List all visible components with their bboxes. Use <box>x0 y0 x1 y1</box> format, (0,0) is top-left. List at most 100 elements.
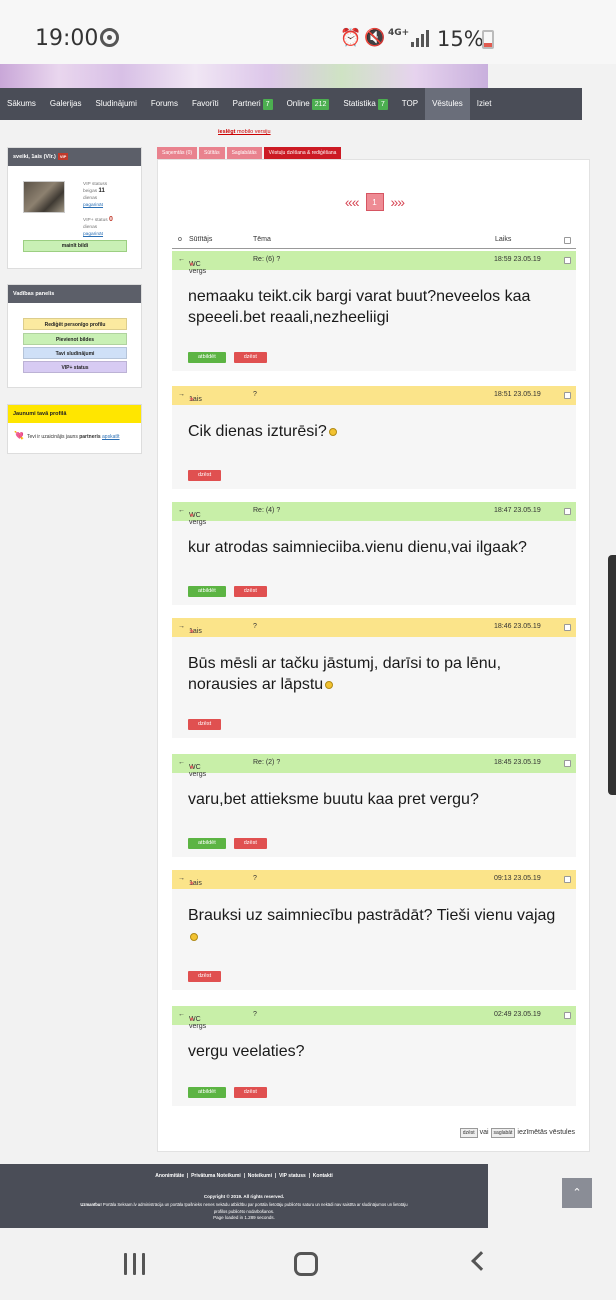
footer-link[interactable]: VIP statuss <box>279 1173 306 1179</box>
col-time[interactable]: Laiks <box>495 236 511 243</box>
heart-icon: 💘 <box>14 431 24 440</box>
reply-button[interactable]: atbildēt <box>188 838 226 849</box>
message-text: vergu veelaties? <box>188 1043 305 1060</box>
reply-button[interactable]: atbildēt <box>188 352 226 363</box>
message-header[interactable]: → 1ais ★? 18:51 23.05.19 <box>172 386 576 405</box>
avatar[interactable] <box>23 181 65 213</box>
message-checkbox[interactable] <box>564 257 571 264</box>
panel-button-1[interactable]: Pievienot bildes <box>23 333 127 345</box>
select-all-checkbox[interactable] <box>564 237 571 244</box>
vip-status: VIP statuss beigas 11 dienas pagarināt <box>83 182 108 208</box>
alarm-mute-icons: ⏰🔇 <box>340 28 389 48</box>
nav-badge: 7 <box>377 99 388 110</box>
tab-3[interactable]: Vēstuļu dzēšana & rediģēšana <box>263 147 342 159</box>
panel-button-2[interactable]: Tavi sludinājumi <box>23 347 127 359</box>
change-photo-button[interactable]: mainīt bildi <box>23 240 127 252</box>
message-checkbox[interactable] <box>564 392 571 399</box>
recent-apps-icon[interactable] <box>124 1253 146 1275</box>
message-subject[interactable]: ? <box>253 391 257 398</box>
message-checkbox[interactable] <box>564 1012 571 1019</box>
panel-button-0[interactable]: Rediģēt personīgo profilu <box>23 318 127 330</box>
delete-button[interactable]: dzēst <box>188 470 222 481</box>
footer-link[interactable]: Privātuma Noteikumi <box>191 1173 241 1179</box>
nav-item-5[interactable]: Partneri 7 <box>226 88 280 120</box>
col-subject[interactable]: Tēma <box>253 236 271 243</box>
star-icon: ★ <box>189 1017 195 1023</box>
nav-item-7[interactable]: Statistika 7 <box>336 88 394 120</box>
nav-item-2[interactable]: Sludinājumi <box>88 88 143 120</box>
tab-0[interactable]: Saņemtās (0) <box>157 147 198 159</box>
message-checkbox[interactable] <box>564 760 571 767</box>
tab-2[interactable]: Saglabātās <box>226 147 262 159</box>
delete-button[interactable]: dzēst <box>188 719 222 730</box>
message-subject[interactable]: Re: (4) ? <box>253 507 280 514</box>
message-subject[interactable]: Re: (2) ? <box>253 759 280 766</box>
smiley-icon <box>328 427 337 436</box>
smiley-icon <box>325 680 334 689</box>
message-subject[interactable]: Re: (6) ? <box>253 256 280 263</box>
star-icon: ★ <box>189 513 195 519</box>
message-header[interactable]: ← WC vergs ★? 02:49 23.05.19 <box>172 1006 576 1030</box>
vip-plus-extend-link[interactable]: pagarināt <box>83 232 103 237</box>
message-checkbox[interactable] <box>564 876 571 883</box>
nav-item-0[interactable]: Sākums <box>0 88 43 120</box>
message-checkbox[interactable] <box>564 624 571 631</box>
vip-extend-link[interactable]: pagarināt <box>83 203 103 208</box>
message-subject[interactable]: ? <box>253 1011 257 1018</box>
message-header[interactable]: ← WC vergs ★ Re: (6) ? 18:59 23.05.19 <box>172 251 576 275</box>
footer-link[interactable]: Anonimitāte <box>155 1173 184 1179</box>
footer-link[interactable]: Noteikumi <box>248 1173 272 1179</box>
control-panel: Vadības panelis Rediģēt personīgo profil… <box>7 284 142 388</box>
next-page-link[interactable]: »» <box>391 194 406 210</box>
nav-item-9[interactable]: Vēstules <box>425 88 470 120</box>
message-card: → 1ais ★? 18:46 23.05.19 Būs mēsli ar tačku… <box>172 618 576 738</box>
panel-button-3[interactable]: VIP+ status <box>23 361 127 373</box>
nav-item-4[interactable]: Favorīti <box>185 88 226 120</box>
prev-page-link[interactable]: «« <box>345 194 360 210</box>
delete-button[interactable]: dzēst <box>188 971 222 982</box>
footer-link[interactable]: Kontakti <box>313 1173 333 1179</box>
sync-icon <box>100 28 119 47</box>
message-header[interactable]: → 1ais ★? 09:13 23.05.19 <box>172 870 576 889</box>
message-header[interactable]: → 1ais ★? 18:46 23.05.19 <box>172 618 576 637</box>
mobile-version-link[interactable]: ieslēgt mobilo versiju <box>218 129 271 135</box>
message-card: ← WC vergs ★? 02:49 23.05.19 vergu veelatie… <box>172 1006 576 1106</box>
sort-marker[interactable]: o <box>178 236 182 243</box>
current-page[interactable]: 1 <box>365 193 384 212</box>
edge-panel-handle[interactable] <box>608 555 616 795</box>
message-subject[interactable]: ? <box>253 623 257 630</box>
bulk-delete-button[interactable]: dzēst <box>459 1128 478 1138</box>
home-icon[interactable] <box>294 1252 318 1276</box>
reply-button[interactable]: atbildēt <box>188 1087 226 1098</box>
direction-icon: → <box>178 875 185 882</box>
delete-button[interactable]: dzēst <box>233 1087 267 1098</box>
delete-button[interactable]: dzēst <box>233 586 267 597</box>
message-time: 02:49 23.05.19 <box>494 1011 541 1018</box>
back-icon[interactable] <box>471 1251 491 1271</box>
message-time: 18:45 23.05.19 <box>494 759 541 766</box>
nav-item-3[interactable]: Forums <box>144 88 185 120</box>
message-header[interactable]: ← WC vergs ★ Re: (4) ? 18:47 23.05.19 <box>172 502 576 526</box>
message-text: varu,bet attieksme buutu kaa pret vergu? <box>188 791 479 808</box>
view-link[interactable]: apskatīt <box>102 434 120 440</box>
message-subject[interactable]: ? <box>253 875 257 882</box>
nav-item-1[interactable]: Galerijas <box>43 88 89 120</box>
scroll-to-top-button[interactable]: ⌃ <box>562 1178 592 1208</box>
reply-button[interactable]: atbildēt <box>188 586 226 597</box>
nav-item-8[interactable]: TOP <box>395 88 425 120</box>
nav-item-10[interactable]: Iziet <box>470 88 499 120</box>
message-time: 18:47 23.05.19 <box>494 507 541 514</box>
bulk-save-button[interactable]: saglabāt <box>490 1128 516 1138</box>
tab-1[interactable]: Sūtītās <box>199 147 225 159</box>
delete-button[interactable]: dzēst <box>233 838 267 849</box>
message-text: Cik dienas izturēsi? <box>188 405 560 442</box>
battery-icon <box>482 30 494 49</box>
col-sender[interactable]: Sūtītājs <box>189 236 212 243</box>
message-checkbox[interactable] <box>564 508 571 515</box>
notification-item: 💘 Tevi ir uzaicinājis jauns partneris aps… <box>14 431 120 440</box>
nav-item-6[interactable]: Online 212 <box>280 88 337 120</box>
direction-icon: → <box>178 623 185 630</box>
delete-button[interactable]: dzēst <box>233 352 267 363</box>
notifications-box: Jaunumi tavā profilā 💘 Tevi ir uzaicināji… <box>7 404 142 454</box>
message-header[interactable]: ← WC vergs ★ Re: (2) ? 18:45 23.05.19 <box>172 754 576 778</box>
